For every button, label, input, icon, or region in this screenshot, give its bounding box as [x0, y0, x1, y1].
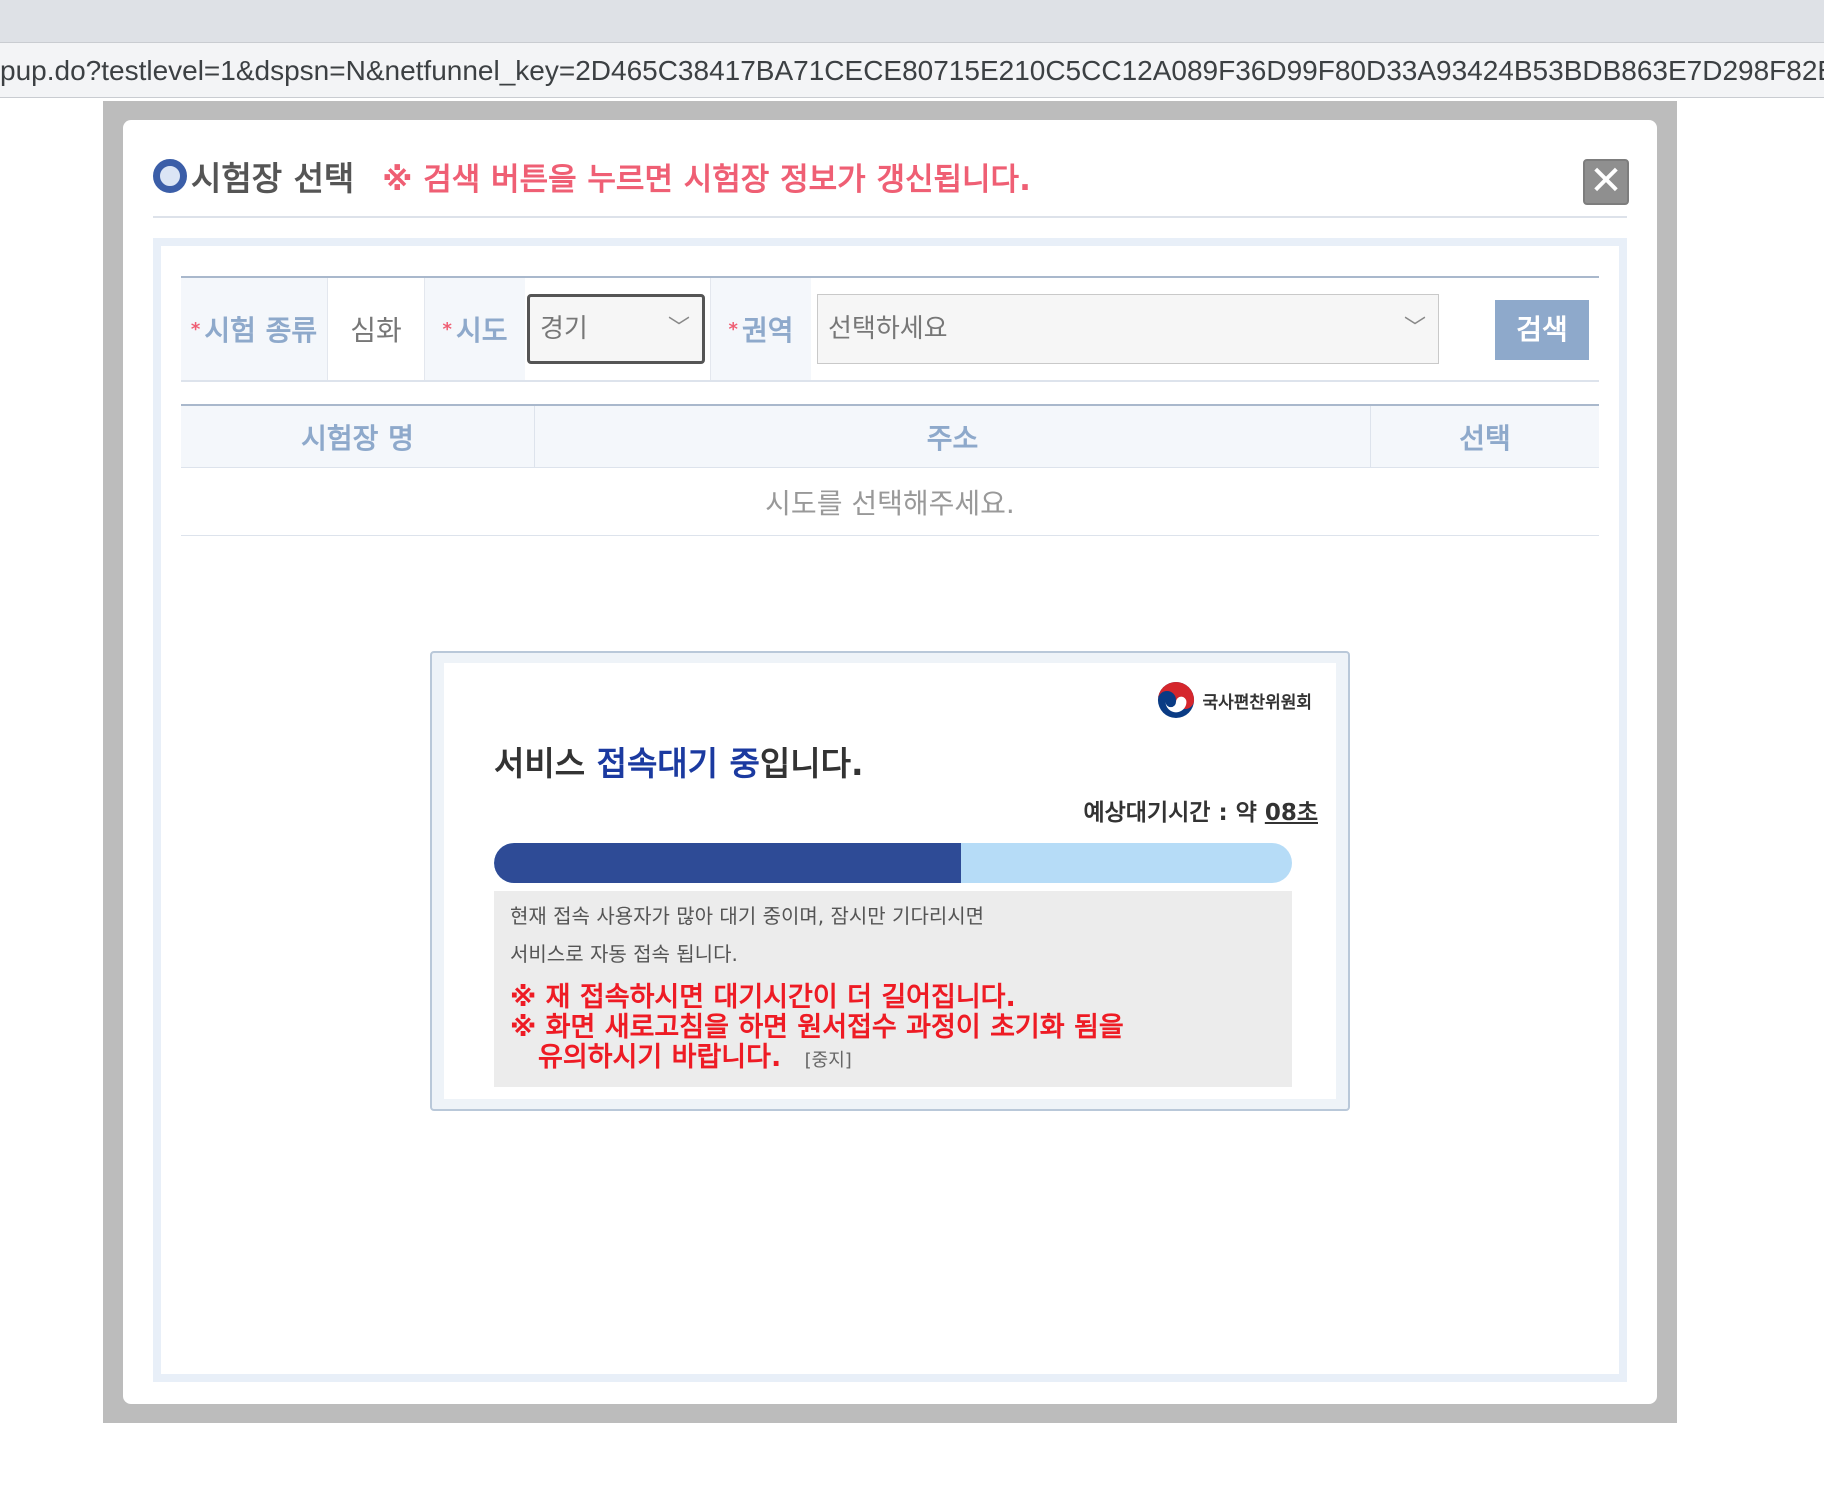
close-button[interactable]: ✕ [1583, 159, 1629, 205]
popup-header: 시험장 선택 ※ 검색 버튼을 누르면 시험장 정보가 갱신됩니다. [153, 154, 1031, 198]
wait-progress-bar [494, 843, 1292, 883]
exam-type-label: * 시험 종류 [181, 278, 327, 380]
sido-label-text: 시도 [455, 314, 508, 347]
sido-select-value[interactable]: 경기 [540, 314, 588, 344]
estimated-wait: 예상대기시간 : 약 08초 [1083, 793, 1318, 827]
warning-line: ※ 화면 새로고침을 하면 원서접수 과정이 초기화 됨을 [510, 1012, 1124, 1043]
column-header: 주소 [535, 406, 1371, 467]
exam-type-value: 심화 [327, 278, 425, 380]
required-mark: * [442, 318, 452, 340]
eta-label: 예상대기시간 : 약 [1083, 800, 1265, 826]
org-logo: 국사편찬위원회 [1157, 681, 1312, 719]
wait-message-box: 현재 접속 사용자가 많아 대기 중이며, 잠시만 기다리시면 서비스로 자동 … [494, 891, 1292, 1087]
column-header: 선택 [1459, 421, 1511, 455]
address-bar[interactable]: pup.do?testlevel=1&dspsn=N&netfunnel_key… [0, 42, 1824, 98]
chevron-down-icon: ﹀ [1403, 316, 1426, 341]
wait-message-line: 현재 접속 사용자가 많아 대기 중이며, 잠시만 기다리시면 [510, 904, 985, 928]
close-icon[interactable]: ✕ [1589, 158, 1623, 204]
region-select-placeholder[interactable]: 선택하세요 [828, 314, 948, 344]
table-header: 시험장 명 주소 선택 [181, 404, 1599, 468]
warning-line: ※ 재 접속하시면 대기시간이 더 길어집니다. [510, 982, 1016, 1013]
address-bar-url[interactable]: pup.do?testlevel=1&dspsn=N&netfunnel_key… [0, 55, 1824, 87]
warning-line: 유의하시기 바랍니다. [중지] [510, 1043, 1276, 1076]
wait-message-line: 서비스로 자동 접속 됩니다. [510, 942, 738, 966]
waiting-dialog-body: 국사편찬위원회 서비스 접속대기 중입니다. 예상대기시간 : 약 08초 현재… [444, 663, 1336, 1099]
waiting-title: 서비스 접속대기 중입니다. [494, 737, 864, 785]
search-filter-row: * 시험 종류 심화 * 시도 경기 ﹀ * 권역 선택하세요 ﹀ 검색 [181, 276, 1599, 382]
wait-progress-fill [494, 843, 961, 883]
waiting-title-prefix: 서비스 [494, 744, 597, 783]
popup-title: 시험장 선택 [191, 159, 355, 198]
taeguk-icon [1157, 681, 1194, 719]
header-divider [153, 216, 1627, 218]
waiting-title-suffix: 입니다. [759, 744, 864, 783]
ring-icon [153, 159, 187, 193]
sido-label: * 시도 [425, 278, 525, 380]
region-label: * 권역 [711, 278, 811, 380]
table-empty-message: 시도를 선택해주세요. [181, 468, 1599, 536]
warning-line-cont: 유의하시기 바랍니다. [538, 1042, 782, 1073]
required-mark: * [728, 318, 738, 340]
exam-type-label-text: 시험 종류 [204, 314, 318, 347]
org-name: 국사편찬위원회 [1202, 692, 1312, 713]
refresh-notice: ※ 검색 버튼을 누르면 시험장 정보가 갱신됩니다. [382, 161, 1031, 198]
region-cell: 선택하세요 ﹀ 검색 [811, 278, 1599, 380]
column-header: 시험장 명 [181, 406, 535, 467]
sido-cell: 경기 ﹀ [525, 278, 711, 380]
region-label-text: 권역 [741, 314, 794, 347]
waiting-title-emphasis: 접속대기 중 [596, 744, 760, 783]
browser-tab-strip [0, 0, 1824, 42]
eta-value: 08초 [1264, 800, 1318, 826]
required-mark: * [190, 318, 201, 340]
region-select[interactable]: 선택하세요 ﹀ [817, 294, 1439, 364]
stop-link[interactable]: [중지] [805, 1050, 852, 1071]
waiting-dialog: 국사편찬위원회 서비스 접속대기 중입니다. 예상대기시간 : 약 08초 현재… [430, 651, 1350, 1111]
search-button[interactable]: 검색 [1495, 300, 1589, 360]
sido-select[interactable]: 경기 ﹀ [527, 294, 705, 364]
chevron-down-icon: ﹀ [667, 316, 690, 341]
